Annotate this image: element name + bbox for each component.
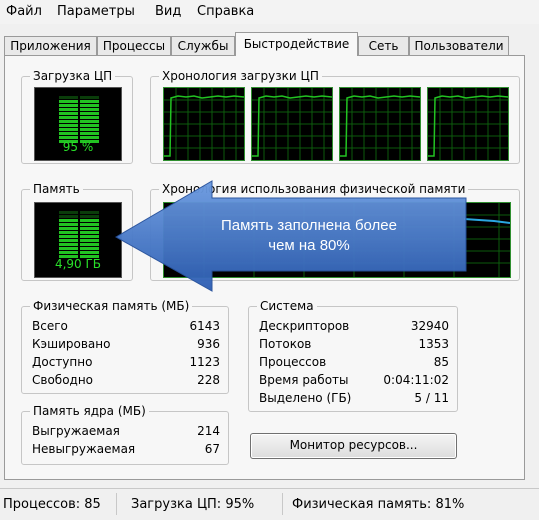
callout-arrow [114, 180, 467, 292]
status-separator [282, 493, 283, 515]
callout-text-line-1: Память заполнена более [221, 217, 397, 234]
tab-performance[interactable]: Быстродействие [235, 32, 358, 56]
callout-text-line-2: чем на 80% [268, 237, 350, 254]
status-separator [116, 493, 117, 515]
status-memory: Физическая память: 81% [292, 497, 465, 512]
status-processes: Процессов: 85 [3, 497, 101, 512]
status-bar: Процессов: 85 Загрузка ЦП: 95% Физическа… [0, 488, 539, 520]
status-cpu: Загрузка ЦП: 95% [131, 497, 255, 512]
